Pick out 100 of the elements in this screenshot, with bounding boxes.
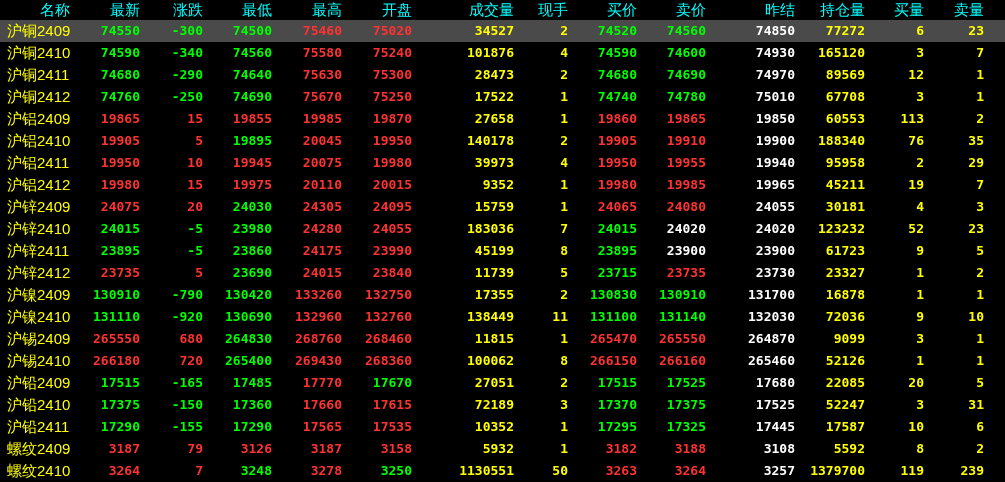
table-cell-text: 138449 bbox=[466, 308, 514, 326]
table-cell-text: 24175 bbox=[301, 242, 342, 260]
column-header[interactable]: 昨结 bbox=[706, 0, 795, 20]
table-cell-text: 17525 bbox=[665, 374, 706, 392]
column-header[interactable]: 最低 bbox=[203, 0, 272, 20]
table-cell-text: 50 bbox=[551, 462, 568, 480]
column-header[interactable]: 最高 bbox=[272, 0, 342, 20]
table-cell-text: 17375 bbox=[665, 396, 706, 414]
table-cell-text: 3 bbox=[915, 330, 924, 348]
table-cell-text: 23327 bbox=[824, 264, 865, 282]
table-cell-text: 1 bbox=[975, 88, 984, 106]
table-cell-text: 3257 bbox=[762, 462, 795, 480]
table-cell-text: 19870 bbox=[371, 110, 412, 128]
column-header[interactable]: 现手 bbox=[514, 0, 568, 20]
table-cell-text: 7 bbox=[975, 44, 984, 62]
table-cell-text: 17515 bbox=[99, 374, 140, 392]
column-header[interactable]: 名称 bbox=[0, 0, 75, 20]
table-cell-text: 39973 bbox=[473, 154, 514, 172]
table-cell-text: 74640 bbox=[231, 66, 272, 84]
table-cell-text: 2 bbox=[559, 286, 568, 304]
table-cell-text: 265470 bbox=[589, 330, 637, 348]
table-cell-text: 7 bbox=[975, 176, 984, 194]
table-cell-text: 23840 bbox=[371, 264, 412, 282]
contract-name: 螺纹2410 bbox=[6, 461, 72, 481]
table-cell-text: 7 bbox=[559, 220, 568, 238]
table-cell-text: 5592 bbox=[832, 440, 865, 458]
table-cell-text: -300 bbox=[170, 22, 203, 40]
table-cell-text: 74520 bbox=[596, 22, 637, 40]
table-cell-text: 8 bbox=[915, 440, 924, 458]
column-header[interactable]: 卖价 bbox=[637, 0, 706, 20]
table-cell-text: 61723 bbox=[824, 242, 865, 260]
table-cell-text: 17670 bbox=[371, 374, 412, 392]
table-cell-text: 266160 bbox=[658, 352, 706, 370]
table-cell-text: 132760 bbox=[364, 308, 412, 326]
table-cell-text: 24015 bbox=[596, 220, 637, 238]
table-cell-text: -150 bbox=[170, 396, 203, 414]
table-cell-text: 17680 bbox=[754, 374, 795, 392]
contract-name: 沪镍2409 bbox=[6, 285, 72, 305]
table-cell-text: 2 bbox=[975, 440, 984, 458]
table-cell-text: 23690 bbox=[231, 264, 272, 282]
table-cell-text: 17515 bbox=[596, 374, 637, 392]
table-cell-text: 60553 bbox=[824, 110, 865, 128]
column-header[interactable]: 持仓量 bbox=[795, 0, 865, 20]
table-cell-text: 7 bbox=[194, 462, 203, 480]
table-cell-text: 9 bbox=[915, 242, 924, 260]
table-cell-text: 27658 bbox=[473, 110, 514, 128]
table-cell-text: 3187 bbox=[309, 440, 342, 458]
table-cell-text: 3158 bbox=[379, 440, 412, 458]
column-header[interactable]: 最新 bbox=[75, 0, 140, 20]
table-cell-text: 76 bbox=[907, 132, 924, 150]
table-cell-text: 3264 bbox=[673, 462, 706, 480]
table-cell-text: 1 bbox=[559, 198, 568, 216]
table-cell-text: 17325 bbox=[665, 418, 706, 436]
table-cell-text: 74590 bbox=[596, 44, 637, 62]
contract-name: 沪铝2410 bbox=[6, 131, 72, 151]
table-cell-text: 29 bbox=[967, 154, 984, 172]
table-cell-text: 24080 bbox=[665, 198, 706, 216]
table-cell-text: 17535 bbox=[371, 418, 412, 436]
table-cell-text: 16878 bbox=[824, 286, 865, 304]
table-cell-text: 268360 bbox=[364, 352, 412, 370]
table-cell-text: 19895 bbox=[231, 132, 272, 150]
table-cell-text: 11739 bbox=[473, 264, 514, 282]
table-cell-text: 23 bbox=[967, 22, 984, 40]
column-header[interactable]: 卖量 bbox=[924, 0, 984, 20]
table-cell-text: 19900 bbox=[754, 132, 795, 150]
column-header[interactable]: 涨跌 bbox=[140, 0, 203, 20]
table-cell-text: 24015 bbox=[99, 220, 140, 238]
table-cell-text: 100062 bbox=[466, 352, 514, 370]
table-cell-text: 1 bbox=[915, 264, 924, 282]
table-cell-text: 1 bbox=[975, 286, 984, 304]
column-header[interactable]: 开盘 bbox=[342, 0, 412, 20]
table-cell-text: 19980 bbox=[596, 176, 637, 194]
table-cell-text: 113 bbox=[899, 110, 924, 128]
table-cell-text: 3188 bbox=[673, 440, 706, 458]
table-cell-text: 19955 bbox=[665, 154, 706, 172]
table-cell-text: 131140 bbox=[658, 308, 706, 326]
table-cell-text: 74500 bbox=[231, 22, 272, 40]
table-cell-text: 3 bbox=[915, 396, 924, 414]
table-cell-text: 2 bbox=[559, 22, 568, 40]
table-cell-text: 3248 bbox=[239, 462, 272, 480]
table-cell-text: 140178 bbox=[466, 132, 514, 150]
table-cell-text: 3 bbox=[975, 198, 984, 216]
table-cell-text: 74760 bbox=[99, 88, 140, 106]
table-cell-text: 3 bbox=[915, 88, 924, 106]
table-cell-text: 1 bbox=[559, 88, 568, 106]
column-header[interactable]: 买量 bbox=[865, 0, 924, 20]
table-cell-text: 1 bbox=[559, 110, 568, 128]
table-cell-text: 23860 bbox=[231, 242, 272, 260]
table-cell-text: 74930 bbox=[754, 44, 795, 62]
selected-row[interactable]: 沪铜2409 74550 -300 74500 75460 75020 34527 2 74520 74560 74850 77272 6 23 bbox=[0, 20, 1005, 42]
column-header[interactable]: 买价 bbox=[568, 0, 637, 20]
table-cell-text: 17587 bbox=[824, 418, 865, 436]
column-header[interactable]: 成交量 bbox=[412, 0, 514, 20]
table-cell-text: 95958 bbox=[824, 154, 865, 172]
table-cell-text: 45199 bbox=[473, 242, 514, 260]
table-cell-text: 19855 bbox=[231, 110, 272, 128]
table-cell-text: 17525 bbox=[754, 396, 795, 414]
table-cell-text: 19860 bbox=[596, 110, 637, 128]
table-cell-text: 1 bbox=[975, 352, 984, 370]
table-cell-text: 19950 bbox=[596, 154, 637, 172]
